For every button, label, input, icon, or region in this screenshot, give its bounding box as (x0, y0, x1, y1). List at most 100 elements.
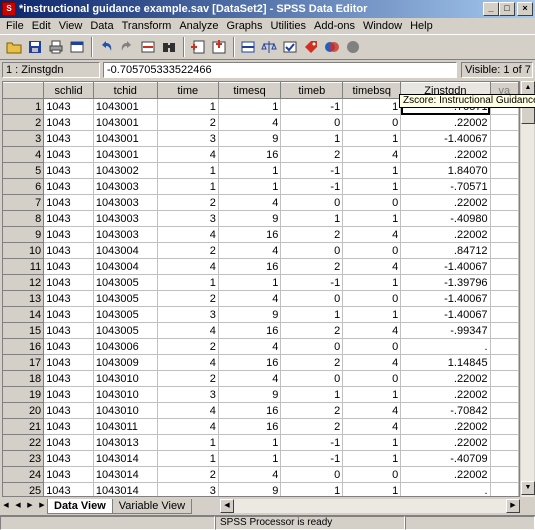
cell-timesq[interactable]: 1 (218, 450, 282, 467)
row-number[interactable]: 8 (3, 210, 45, 227)
table-row[interactable]: 8 1043 1043003 3 9 1 1 -.40980 (3, 210, 519, 227)
cell-timeb[interactable]: 2 (280, 258, 344, 275)
cell-timeb[interactable]: 2 (280, 226, 344, 243)
cell-empty-var[interactable] (490, 450, 519, 467)
save-icon[interactable] (25, 37, 45, 57)
cell-zinstgdn[interactable]: -.40709 (400, 450, 491, 467)
cell-schlid[interactable]: 1043 (43, 450, 94, 467)
cell-timebsq[interactable]: 1 (342, 274, 402, 291)
cell-zinstgdn[interactable]: .22002 (400, 434, 491, 451)
table-row[interactable]: 7 1043 1043003 2 4 0 0.22002 (3, 194, 519, 211)
cell-schlid[interactable]: 1043 (43, 178, 94, 195)
cell-schlid[interactable]: 1043 (43, 242, 94, 259)
cell-timesq[interactable]: 16 (218, 354, 282, 371)
column-header-schlid[interactable]: schlid (43, 82, 94, 99)
cell-empty-var[interactable] (490, 322, 519, 339)
row-number[interactable]: 25 (3, 482, 45, 496)
row-number[interactable]: 13 (3, 290, 45, 307)
cell-time[interactable]: 1 (157, 434, 219, 451)
cell-schlid[interactable]: 1043 (43, 482, 94, 496)
cell-tchid[interactable]: 1043006 (93, 338, 158, 355)
cell-timesq[interactable]: 4 (218, 242, 282, 259)
tab-variable-view[interactable]: Variable View (111, 498, 193, 514)
cell-time[interactable]: 3 (157, 130, 219, 147)
cell-empty-var[interactable] (490, 146, 519, 163)
row-number[interactable]: 22 (3, 434, 45, 451)
cell-value-input[interactable]: -0.705705333522466 (103, 62, 457, 78)
table-row[interactable]: 22 1043 1043013 1 1 -1 1.22002 (3, 434, 519, 451)
cell-zinstgdn[interactable]: .22002 (400, 418, 491, 435)
cell-zinstgdn[interactable]: -1.40067 (400, 290, 491, 307)
cell-empty-var[interactable] (490, 130, 519, 147)
cell-timeb[interactable]: -1 (280, 450, 344, 467)
menu-edit[interactable]: Edit (28, 20, 55, 32)
find-icon[interactable] (159, 37, 179, 57)
cell-schlid[interactable]: 1043 (43, 226, 94, 243)
cell-schlid[interactable]: 1043 (43, 258, 94, 275)
cell-tchid[interactable]: 1043005 (93, 322, 158, 339)
menu-data[interactable]: Data (86, 20, 117, 32)
weight-cases-icon[interactable] (259, 37, 279, 57)
cell-timesq[interactable]: 16 (218, 322, 282, 339)
cell-tchid[interactable]: 1043013 (93, 434, 158, 451)
table-row[interactable]: 11 1043 1043004 4 16 2 4 -1.40067 (3, 258, 519, 275)
cell-timeb[interactable]: 0 (280, 194, 344, 211)
cell-empty-var[interactable] (490, 114, 519, 131)
cell-timesq[interactable]: 4 (218, 194, 282, 211)
cell-time[interactable]: 2 (157, 194, 219, 211)
data-grid[interactable]: schlid tchid time timesq timeb timebsq Z… (2, 81, 520, 497)
cell-schlid[interactable]: 1043 (43, 274, 94, 291)
open-folder-icon[interactable] (4, 37, 24, 57)
cell-timeb[interactable]: 1 (280, 210, 344, 227)
row-number[interactable]: 2 (3, 114, 45, 131)
cell-timesq[interactable]: 1 (218, 178, 282, 195)
cell-schlid[interactable]: 1043 (43, 354, 94, 371)
column-header-tchid[interactable]: tchid (93, 82, 158, 99)
cell-tchid[interactable]: 1043014 (93, 482, 158, 496)
cell-timebsq[interactable]: 1 (342, 130, 402, 147)
print-icon[interactable] (46, 37, 66, 57)
cell-empty-var[interactable] (490, 162, 519, 179)
row-number[interactable]: 7 (3, 194, 45, 211)
cell-timeb[interactable]: 0 (280, 290, 344, 307)
column-header-timeb[interactable]: timeb (280, 82, 344, 99)
table-row[interactable]: 4 1043 1043001 4 16 2 4.22002 (3, 146, 519, 163)
row-number[interactable]: 14 (3, 306, 45, 323)
row-number[interactable]: 10 (3, 242, 45, 259)
cell-timeb[interactable]: 2 (280, 354, 344, 371)
cell-empty-var[interactable] (490, 210, 519, 227)
menu-analyze[interactable]: Analyze (175, 20, 222, 32)
row-number[interactable]: 18 (3, 370, 45, 387)
minimize-button[interactable]: _ (483, 2, 499, 16)
cell-time[interactable]: 4 (157, 226, 219, 243)
cell-timeb[interactable]: -1 (280, 178, 344, 195)
table-row[interactable]: 25 1043 1043014 3 9 1 1. (3, 482, 519, 496)
table-row[interactable]: 2 1043 1043001 2 4 0 0.22002 (3, 114, 519, 131)
tab-prev-icon[interactable]: ◀ (12, 499, 24, 513)
table-row[interactable]: 16 1043 1043006 2 4 0 0. (3, 338, 519, 355)
cell-timeb[interactable]: 1 (280, 482, 344, 496)
row-number[interactable]: 12 (3, 274, 45, 291)
row-number[interactable]: 3 (3, 130, 45, 147)
cell-timebsq[interactable]: 1 (342, 162, 402, 179)
menu-utilities[interactable]: Utilities (267, 20, 310, 32)
cell-timesq[interactable]: 1 (218, 162, 282, 179)
cell-empty-var[interactable] (490, 482, 519, 496)
cell-time[interactable]: 1 (157, 162, 219, 179)
cell-time[interactable]: 4 (157, 322, 219, 339)
maximize-button[interactable]: □ (499, 2, 515, 16)
cell-schlid[interactable]: 1043 (43, 418, 94, 435)
menu-graphs[interactable]: Graphs (222, 20, 266, 32)
cell-timebsq[interactable]: 1 (342, 306, 402, 323)
cell-timebsq[interactable]: 1 (342, 210, 402, 227)
cell-zinstgdn[interactable]: -.99347 (400, 322, 491, 339)
cell-zinstgdn[interactable]: .22002 (400, 386, 491, 403)
menu-window[interactable]: Window (359, 20, 406, 32)
cell-zinstgdn[interactable]: -1.40067 (400, 130, 491, 147)
cell-timeb[interactable]: -1 (280, 274, 344, 291)
column-header-timebsq[interactable]: timebsq (342, 82, 402, 99)
cell-timeb[interactable]: 0 (280, 338, 344, 355)
cell-timebsq[interactable]: 0 (342, 466, 402, 483)
cell-timesq[interactable]: 4 (218, 370, 282, 387)
cell-timebsq[interactable]: 0 (342, 370, 402, 387)
